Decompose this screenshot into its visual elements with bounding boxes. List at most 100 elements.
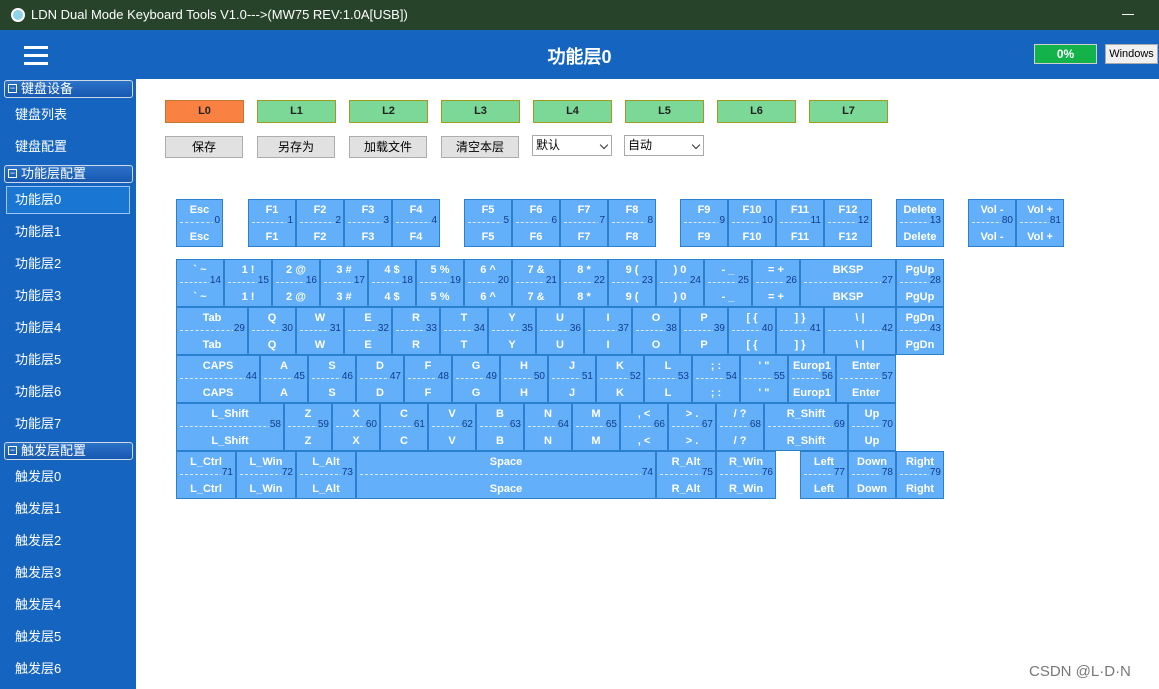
sidebar-section-trigger-layers[interactable]: − 触发层配置 xyxy=(4,442,133,460)
key[interactable]: F10 10 F10 xyxy=(728,199,776,247)
key[interactable]: E 32 E xyxy=(344,307,392,355)
key[interactable]: M 65 M xyxy=(572,403,620,451)
key[interactable]: Space 74 Space xyxy=(356,451,656,499)
key[interactable]: Delete 13 Delete xyxy=(896,199,944,247)
sidebar-item-trigger-layer-5[interactable]: 触发层5 xyxy=(6,623,130,651)
sidebar-section-fn-layers[interactable]: − 功能层配置 xyxy=(4,165,133,183)
key[interactable]: 7 & 21 7 & xyxy=(512,259,560,307)
key[interactable]: BKSP 27 BKSP xyxy=(800,259,896,307)
key[interactable]: W 31 W xyxy=(296,307,344,355)
layer-tab-l2[interactable]: L2 xyxy=(349,100,428,123)
key[interactable]: D 47 D xyxy=(356,355,404,403)
layer-tab-l4[interactable]: L4 xyxy=(533,100,612,123)
sidebar-item-fn-layer-7[interactable]: 功能层7 xyxy=(6,410,130,438)
key[interactable]: 6 ^ 20 6 ^ xyxy=(464,259,512,307)
key[interactable]: L_Ctrl 71 L_Ctrl xyxy=(176,451,236,499)
sidebar-item-fn-layer-0[interactable]: 功能层0 xyxy=(6,186,130,214)
key[interactable]: C 61 C xyxy=(380,403,428,451)
layer-tab-l5[interactable]: L5 xyxy=(625,100,704,123)
key[interactable]: B 63 B xyxy=(476,403,524,451)
key[interactable]: 4 $18 4 $ xyxy=(368,259,416,307)
key[interactable]: ) 0 24) 0 xyxy=(656,259,704,307)
key[interactable]: PgUp 28 PgUp xyxy=(896,259,944,307)
key[interactable]: R_Alt 75 R_Alt xyxy=(656,451,716,499)
key[interactable]: A 45 A xyxy=(260,355,308,403)
key[interactable]: \ | 42 \ | xyxy=(824,307,896,355)
layer-tab-l7[interactable]: L7 xyxy=(809,100,888,123)
sidebar-item-keyboard-list[interactable]: 键盘列表 xyxy=(6,101,130,129)
load-file-button[interactable]: 加载文件 xyxy=(349,136,427,158)
key[interactable]: L_Shift 58 L_Shift xyxy=(176,403,284,451)
sidebar-item-keyboard-config[interactable]: 键盘配置 xyxy=(6,133,130,161)
key[interactable]: - _ 25- _ xyxy=(704,259,752,307)
key[interactable]: Y 35 Y xyxy=(488,307,536,355)
sidebar-item-trigger-layer-3[interactable]: 触发层3 xyxy=(6,559,130,587)
auto-select[interactable]: 自动 xyxy=(624,135,704,156)
key[interactable]: Up 70 Up xyxy=(848,403,896,451)
collapse-icon[interactable]: − xyxy=(8,84,17,93)
key[interactable]: F2 2 F2 xyxy=(296,199,344,247)
key[interactable]: F11 11 F11 xyxy=(776,199,824,247)
sidebar-item-trigger-layer-0[interactable]: 触发层0 xyxy=(6,463,130,491)
key[interactable]: Europ1 56 Europ1 xyxy=(788,355,836,403)
sidebar-item-trigger-layer-4[interactable]: 触发层4 xyxy=(6,591,130,619)
save-as-button[interactable]: 另存为 xyxy=(257,136,335,158)
key[interactable]: / ? 68/ ? xyxy=(716,403,764,451)
key[interactable]: S 46 S xyxy=(308,355,356,403)
key[interactable]: H 50 H xyxy=(500,355,548,403)
key[interactable]: N 64 N xyxy=(524,403,572,451)
sidebar-item-trigger-layer-6[interactable]: 触发层6 xyxy=(6,655,130,683)
key[interactable]: L_Win 72 L_Win xyxy=(236,451,296,499)
key[interactable]: 1 ! 15 1 ! xyxy=(224,259,272,307)
key[interactable]: ; :54; : xyxy=(692,355,740,403)
key[interactable]: O 38 O xyxy=(632,307,680,355)
collapse-icon[interactable]: − xyxy=(8,446,17,455)
key[interactable]: F9 9 F9 xyxy=(680,199,728,247)
default-select[interactable]: 默认 xyxy=(532,135,612,156)
key[interactable]: 8 * 22 8 * xyxy=(560,259,608,307)
key[interactable]: L 53 L xyxy=(644,355,692,403)
clear-layer-button[interactable]: 清空本层 xyxy=(441,136,519,158)
layer-tab-l6[interactable]: L6 xyxy=(717,100,796,123)
sidebar-item-trigger-layer-1[interactable]: 触发层1 xyxy=(6,495,130,523)
key[interactable]: CAPS 44 CAPS xyxy=(176,355,260,403)
key[interactable]: R_Win 76 R_Win xyxy=(716,451,776,499)
key[interactable]: G 49 G xyxy=(452,355,500,403)
key[interactable]: F3 3 F3 xyxy=(344,199,392,247)
layer-tab-l1[interactable]: L1 xyxy=(257,100,336,123)
key[interactable]: [ {40[ { xyxy=(728,307,776,355)
key[interactable]: F 48 F xyxy=(404,355,452,403)
key[interactable]: R 33 R xyxy=(392,307,440,355)
key[interactable]: Tab 29 Tab xyxy=(176,307,248,355)
key[interactable]: K 52 K xyxy=(596,355,644,403)
key[interactable]: ' " 55 ' " xyxy=(740,355,788,403)
key[interactable]: X 60 X xyxy=(332,403,380,451)
key[interactable]: Left 77 Left xyxy=(800,451,848,499)
layer-tab-l0[interactable]: L0 xyxy=(165,100,244,123)
key[interactable]: F12 12 F12 xyxy=(824,199,872,247)
key[interactable]: Q 30 Q xyxy=(248,307,296,355)
key[interactable]: Esc 0 Esc xyxy=(176,199,223,247)
key[interactable]: 5 % 19 5 % xyxy=(416,259,464,307)
collapse-icon[interactable]: − xyxy=(8,169,17,178)
key[interactable]: 2 @16 2 @ xyxy=(272,259,320,307)
key[interactable]: ` ~14 ` ~ xyxy=(176,259,224,307)
key[interactable]: L_Alt 73 L_Alt xyxy=(296,451,356,499)
key[interactable]: P 39 P xyxy=(680,307,728,355)
sidebar-item-fn-layer-5[interactable]: 功能层5 xyxy=(6,346,130,374)
key[interactable]: R_Shift 69 R_Shift xyxy=(764,403,848,451)
sidebar-item-fn-layer-2[interactable]: 功能层2 xyxy=(6,250,130,278)
key[interactable]: = +26 = + xyxy=(752,259,800,307)
key[interactable]: Down 78 Down xyxy=(848,451,896,499)
key[interactable]: F4 4 F4 xyxy=(392,199,440,247)
key[interactable]: V 62 V xyxy=(428,403,476,451)
key[interactable]: > . 67 > . xyxy=(668,403,716,451)
minimize-icon[interactable] xyxy=(1122,14,1134,15)
sidebar-item-trigger-layer-2[interactable]: 触发层2 xyxy=(6,527,130,555)
key[interactable]: F6 6 F6 xyxy=(512,199,560,247)
key[interactable]: Vol -80 Vol - xyxy=(968,199,1016,247)
key[interactable]: Right 79 Right xyxy=(896,451,944,499)
key[interactable]: I 37 I xyxy=(584,307,632,355)
key[interactable]: 9 (23 9 ( xyxy=(608,259,656,307)
key[interactable]: U 36 U xyxy=(536,307,584,355)
